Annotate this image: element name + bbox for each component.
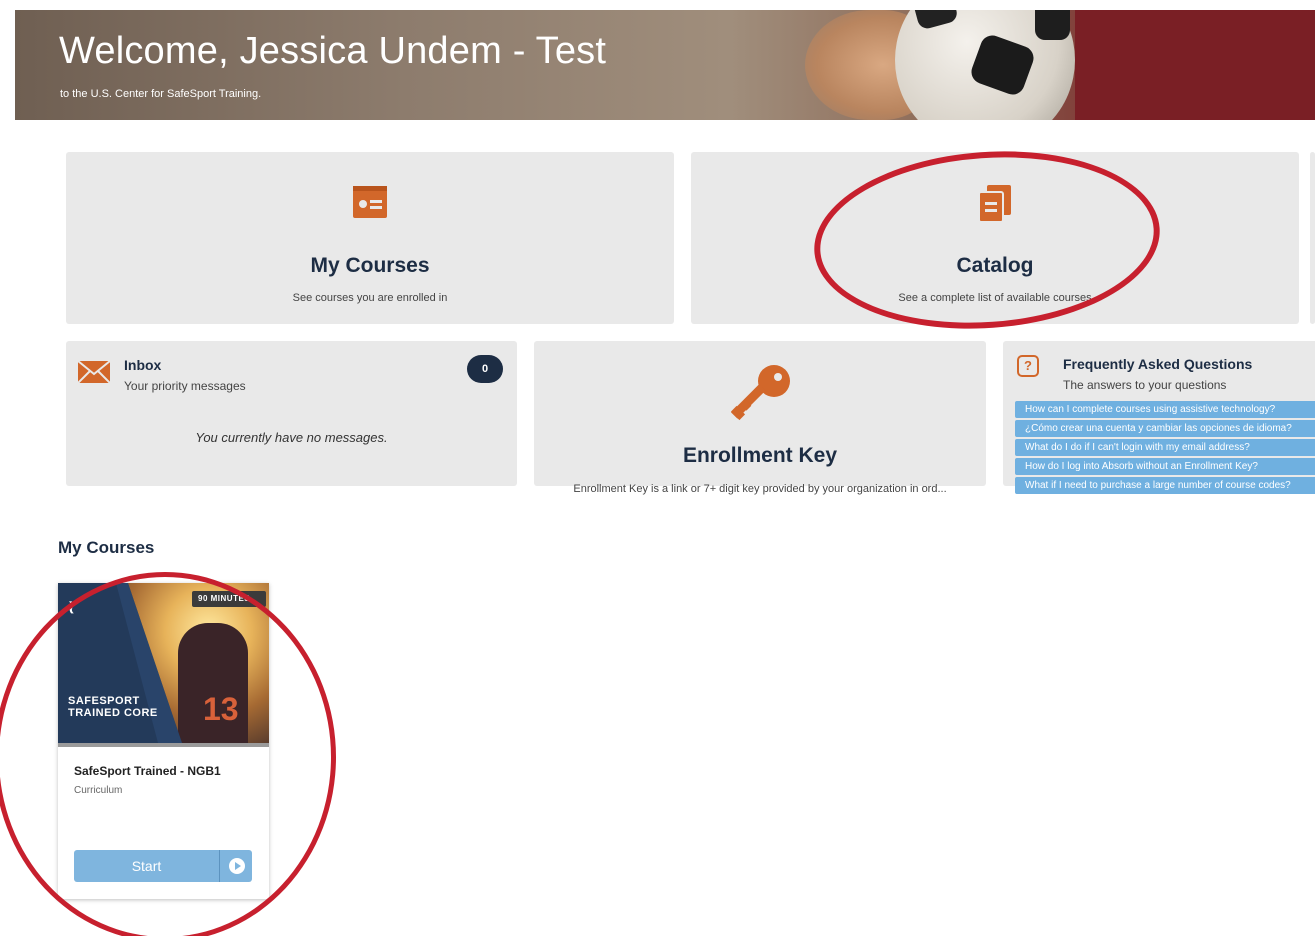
inbox-count-badge: 0 bbox=[467, 355, 503, 383]
faq-item-purchase-codes[interactable]: What if I need to purchase a large numbe… bbox=[1015, 477, 1315, 494]
course-card[interactable]: 13 ≀ 90 MINUTES SAFESPORT TRAINED CORE S… bbox=[58, 583, 269, 899]
start-course-button[interactable]: Start bbox=[74, 850, 252, 882]
key-icon bbox=[724, 361, 794, 436]
inbox-subtitle: Your priority messages bbox=[124, 379, 246, 393]
my-courses-heading: My Courses bbox=[58, 538, 155, 557]
enrollment-key-tile[interactable]: Enrollment Key Enrollment Key is a link … bbox=[534, 341, 986, 495]
course-duration-badge: 90 MINUTES bbox=[192, 591, 266, 607]
faq-item-language-options[interactable]: ¿Cómo crear una cuenta y cambiar las opc… bbox=[1015, 420, 1315, 437]
enrollment-key-description: Enrollment Key is a link or 7+ digit key… bbox=[573, 483, 947, 495]
course-brand-text: SAFESPORT TRAINED CORE bbox=[68, 695, 158, 719]
envelope-icon bbox=[77, 360, 111, 388]
catalog-tile-title: Catalog bbox=[956, 254, 1034, 277]
catalog-tile-description: See a complete list of available courses bbox=[898, 292, 1092, 304]
start-button-label: Start bbox=[131, 858, 162, 874]
faq-item-no-enrollment-key[interactable]: How do I log into Absorb without an Enro… bbox=[1015, 458, 1315, 475]
welcome-banner: Welcome, Jessica Undem - Test to the U.S… bbox=[15, 10, 1315, 120]
course-progress-bar bbox=[58, 743, 269, 747]
inbox-title: Inbox bbox=[124, 357, 162, 373]
course-thumb-overlay bbox=[58, 583, 182, 743]
play-icon[interactable] bbox=[229, 858, 245, 874]
course-type: Curriculum bbox=[74, 785, 123, 796]
inbox-tile[interactable]: Inbox Your priority messages 0 You curre… bbox=[66, 341, 517, 486]
start-button-separator bbox=[219, 850, 220, 882]
catalog-icon bbox=[977, 184, 1013, 229]
faq-list: How can I complete courses using assisti… bbox=[1015, 401, 1315, 496]
question-icon: ? bbox=[1017, 355, 1039, 377]
banner-soccer-ball-image bbox=[895, 10, 1075, 120]
course-thumbnail[interactable]: 13 ≀ 90 MINUTES SAFESPORT TRAINED CORE bbox=[58, 583, 269, 743]
course-title[interactable]: SafeSport Trained - NGB1 bbox=[74, 764, 221, 778]
faq-subtitle: The answers to your questions bbox=[1063, 378, 1227, 392]
welcome-subtitle: to the U.S. Center for SafeSport Trainin… bbox=[60, 88, 262, 100]
my-courses-tile[interactable]: My Courses See courses you are enrolled … bbox=[66, 152, 674, 324]
faq-title: Frequently Asked Questions bbox=[1063, 356, 1253, 372]
faq-item-assistive-technology[interactable]: How can I complete courses using assisti… bbox=[1015, 401, 1315, 418]
banner-jersey-image bbox=[1075, 10, 1315, 120]
welcome-title: Welcome, Jessica Undem - Test bbox=[59, 30, 607, 72]
my-courses-tile-title: My Courses bbox=[310, 254, 430, 277]
inbox-empty-message: You currently have no messages. bbox=[195, 430, 388, 445]
safesport-logo-icon: ≀ bbox=[68, 597, 75, 617]
partial-tile-edge bbox=[1310, 152, 1315, 324]
my-courses-tile-description: See courses you are enrolled in bbox=[292, 292, 448, 304]
course-card-icon bbox=[352, 184, 388, 225]
faq-item-email-login[interactable]: What do I do if I can't login with my em… bbox=[1015, 439, 1315, 456]
enrollment-key-title: Enrollment Key bbox=[682, 444, 838, 467]
faq-tile: ? Frequently Asked Questions The answers… bbox=[1003, 341, 1315, 494]
catalog-tile[interactable]: Catalog See a complete list of available… bbox=[691, 152, 1299, 324]
